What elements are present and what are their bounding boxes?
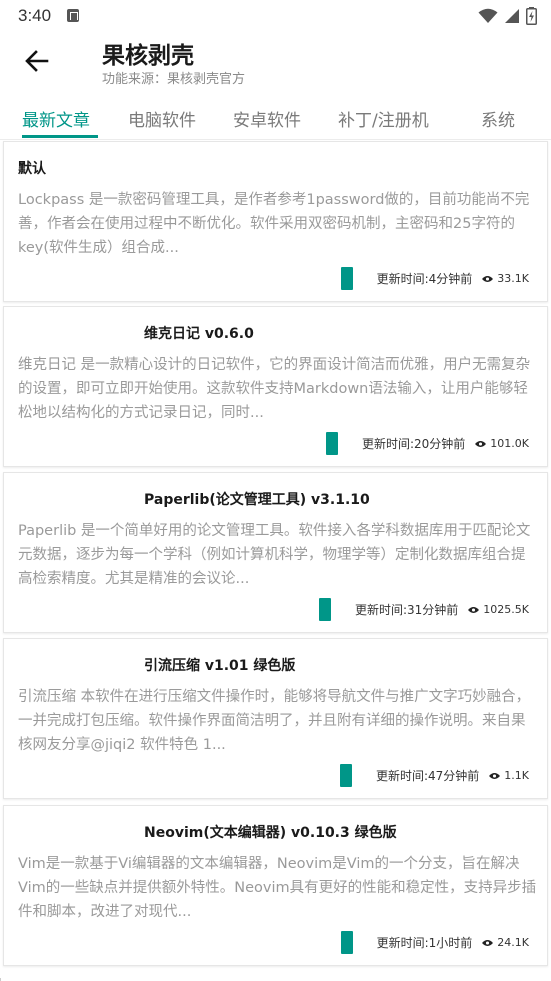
update-time: 更新时间:20分钟前: [361, 437, 466, 451]
article-card[interactable]: Neovim(文本编辑器) v0.10.3 绿色版 Vim是一款基于Vi编辑器的…: [3, 805, 548, 966]
article-title: 维克日记 v0.6.0: [144, 326, 254, 342]
article-card[interactable]: 默认 Lockpass 是一款密码管理工具，是作者参考1password做的，目…: [3, 141, 548, 302]
tab-bar: 最新文章 电脑软件 安卓软件 补丁/注册机 系统: [0, 96, 551, 140]
tab-patches[interactable]: 补丁/注册机: [338, 106, 429, 131]
cellular-icon: [505, 9, 519, 23]
app-bar: 果核剥壳 功能来源：果核剥壳官方: [0, 32, 551, 96]
article-card[interactable]: Paperlib(论文管理工具) v3.1.10 Paperlib 是一个简单好…: [3, 472, 548, 633]
eye-icon: [475, 440, 487, 447]
article-meta: 更新时间:1小时前 24.1K: [340, 931, 529, 954]
category-tag: [339, 764, 352, 787]
view-count-group: 1.1K: [489, 769, 529, 782]
update-time: 更新时间:1小时前: [376, 936, 473, 950]
page-title: 果核剥壳: [102, 43, 194, 69]
eye-icon: [468, 606, 480, 613]
update-time: 更新时间:4分钟前: [376, 272, 473, 286]
view-count-group: 1025.5K: [468, 603, 529, 616]
status-bar: 3:40: [0, 0, 551, 32]
scroll-edge-marker: [0, 972, 8, 981]
eye-icon: [482, 275, 494, 282]
article-meta: 更新时间:47分钟前 1.1K: [339, 764, 529, 787]
article-description: Vim是一款基于Vi编辑器的文本编辑器，Neovim是Vim的一个分支，旨在解决…: [18, 856, 537, 920]
category-tag: [325, 432, 338, 455]
eye-icon: [482, 939, 494, 946]
wifi-icon: [478, 8, 498, 23]
article-card[interactable]: 维克日记 v0.6.0 维克日记 是一款精心设计的日记软件，它的界面设计简洁而优…: [3, 306, 548, 467]
notification-icon: [67, 9, 79, 22]
article-card[interactable]: 引流压缩 v1.01 绿色版 引流压缩 本软件在进行压缩文件操作时，能够将导航文…: [3, 638, 548, 799]
article-meta: 更新时间:31分钟前 1025.5K: [318, 598, 529, 621]
update-time: 更新时间:47分钟前: [375, 769, 480, 783]
tab-pc-software[interactable]: 电脑软件: [128, 106, 196, 131]
view-count: 24.1K: [497, 936, 529, 949]
view-count-group: 24.1K: [482, 936, 529, 949]
article-title: Paperlib(论文管理工具) v3.1.10: [144, 492, 370, 508]
eye-icon: [489, 772, 501, 779]
view-count: 1.1K: [504, 769, 529, 782]
article-meta: 更新时间:20分钟前 101.0K: [325, 432, 529, 455]
article-description: 引流压缩 本软件在进行压缩文件操作时，能够将导航文件与推广文字巧妙融合，一并完成…: [18, 689, 531, 753]
view-count: 101.0K: [490, 437, 529, 450]
view-count: 33.1K: [497, 272, 529, 285]
article-title: 默认: [18, 161, 46, 177]
tab-system[interactable]: 系统: [481, 106, 515, 131]
tab-android-software[interactable]: 安卓软件: [233, 106, 301, 131]
back-button[interactable]: [20, 44, 54, 78]
battery-icon: [526, 7, 537, 25]
update-time: 更新时间:31分钟前: [354, 603, 459, 617]
status-time: 3:40: [18, 6, 52, 25]
article-description: Lockpass 是一款密码管理工具，是作者参考1password做的，目前功能…: [18, 192, 530, 256]
tab-latest-articles[interactable]: 最新文章: [22, 106, 90, 131]
category-tag: [318, 598, 331, 621]
arrow-back-icon: [25, 50, 49, 72]
tab-indicator: [22, 135, 98, 138]
article-meta: 更新时间:4分钟前 33.1K: [340, 267, 529, 290]
view-count-group: 33.1K: [482, 272, 529, 285]
article-title: Neovim(文本编辑器) v0.10.3 绿色版: [144, 825, 397, 841]
page-subtitle: 功能来源：果核剥壳官方: [102, 72, 246, 87]
article-description: 维克日记 是一款精心设计的日记软件，它的界面设计简洁而优雅，用户无需复杂的设置，…: [18, 357, 531, 421]
category-tag: [340, 267, 353, 290]
view-count-group: 101.0K: [475, 437, 529, 450]
view-count: 1025.5K: [483, 603, 529, 616]
article-title: 引流压缩 v1.01 绿色版: [144, 658, 296, 674]
category-tag: [340, 931, 353, 954]
article-description: Paperlib 是一个简单好用的论文管理工具。软件接入各学科数据库用于匹配论文…: [18, 523, 531, 587]
status-icons: [478, 6, 537, 26]
